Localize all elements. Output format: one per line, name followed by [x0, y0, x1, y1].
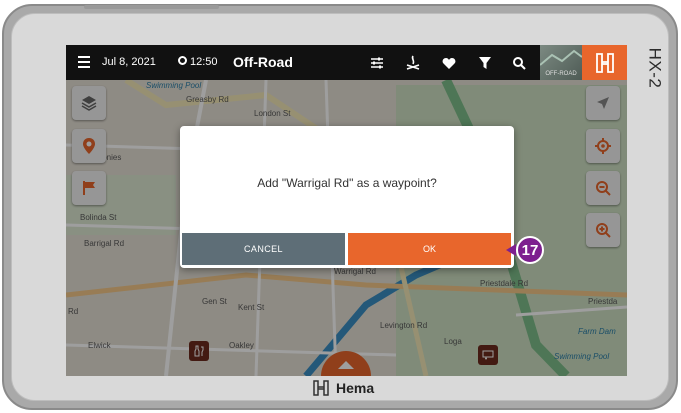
- time-display: 12:50: [190, 56, 218, 68]
- search-icon[interactable]: [510, 54, 528, 72]
- filter-icon[interactable]: [476, 54, 494, 72]
- campfire-icon[interactable]: [404, 54, 422, 72]
- device-brand: Hema: [312, 379, 374, 397]
- hema-home-button[interactable]: [582, 45, 627, 80]
- step-pointer-icon: [506, 244, 516, 256]
- brand-name: Hema: [336, 380, 375, 396]
- heart-icon[interactable]: [440, 54, 458, 72]
- sliders-icon[interactable]: [368, 54, 386, 72]
- cancel-button[interactable]: CANCEL: [182, 233, 345, 265]
- step-number-badge: 17: [516, 236, 544, 264]
- date-display: Jul 8, 2021: [102, 56, 156, 68]
- dialog-message: Add "Warrigal Rd" as a waypoint?: [257, 176, 437, 190]
- hema-logo-icon: [595, 52, 614, 73]
- add-waypoint-dialog: Add "Warrigal Rd" as a waypoint? CANCEL …: [180, 126, 514, 268]
- power-button: [189, 5, 219, 9]
- hema-logo-icon: [313, 380, 329, 396]
- top-bar: Jul 8, 2021 12:50 Off-Road OFF-ROAD: [66, 45, 627, 80]
- menu-icon[interactable]: [78, 56, 90, 68]
- map-mode-title: Off-Road: [233, 54, 293, 70]
- ok-button[interactable]: OK: [348, 233, 511, 265]
- volume-button: [84, 5, 194, 9]
- map-preview-icon: [539, 49, 583, 66]
- offroad-mode-label: OFF-ROAD: [545, 71, 577, 77]
- clock-icon: [178, 56, 187, 65]
- device-model-label: HX-2: [645, 47, 665, 89]
- offroad-mode-thumbnail[interactable]: OFF-ROAD: [539, 45, 583, 80]
